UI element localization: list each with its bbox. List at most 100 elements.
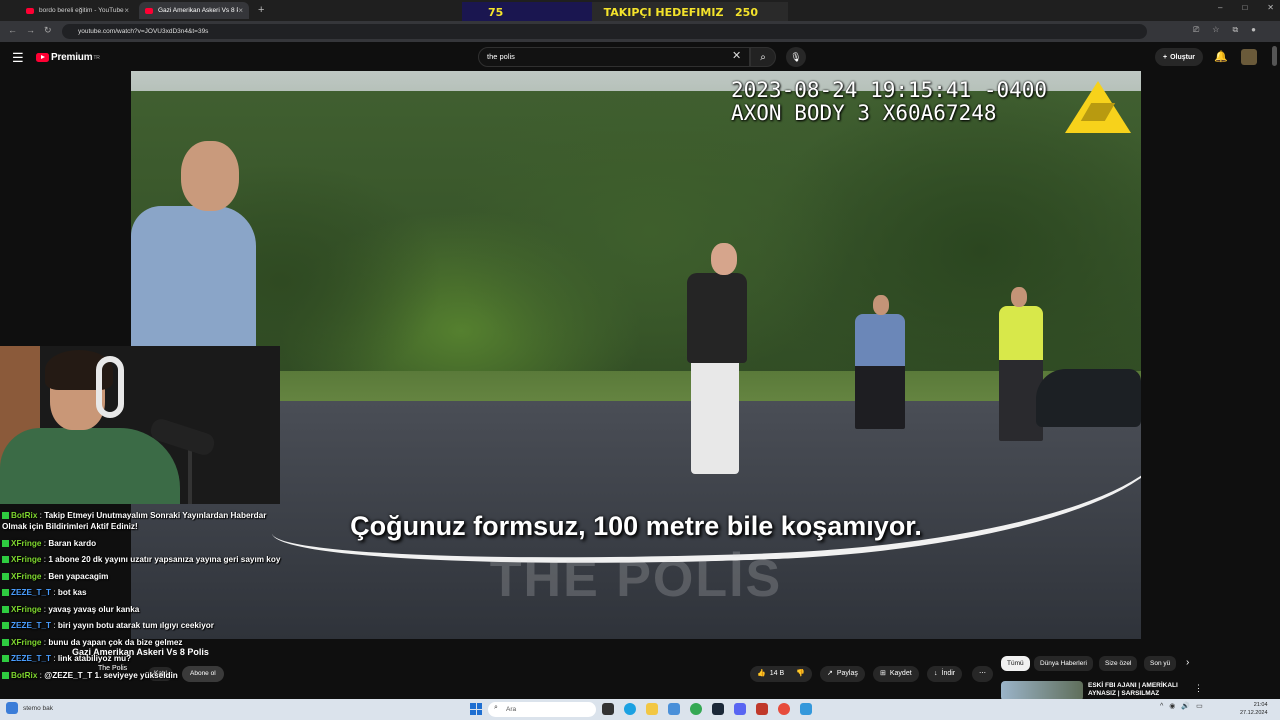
chrome-icon[interactable] [690,703,702,715]
file-explorer-icon[interactable] [646,703,658,715]
taskbar-search[interactable]: Ara [488,702,596,717]
chat-message: XFringe : 1 abone 20 dk yayını uzatır ya… [2,554,287,565]
page-scrollbar[interactable] [1271,45,1278,695]
chip-all[interactable]: Tümü [1001,656,1030,671]
extensions-icon[interactable]: ⧉ [1232,25,1238,35]
app-icon[interactable] [756,703,768,715]
search-button[interactable]: ⌕ [750,47,776,67]
chat-message: ZEZE_T_T : link atabiliyoz mu? [2,653,287,664]
chat-username[interactable]: XFringe [11,572,41,581]
chat-badge-icon [2,556,9,563]
new-tab-button[interactable]: + [258,4,264,16]
figure-pants [691,359,739,474]
chat-username[interactable]: BotRix [11,671,37,680]
save-label: Kaydet [889,670,912,677]
chat-badge-icon [2,605,9,613]
chat-username[interactable]: BotRix [11,511,37,520]
chat-username[interactable]: XFringe [11,555,41,564]
recommendation-thumbnail[interactable] [1001,681,1083,701]
goal-target: 250 [735,2,788,22]
tab-close-icon[interactable]: × [124,6,129,15]
profile-icon[interactable]: ● [1251,25,1256,35]
save-icon: ⊞ [880,670,886,677]
voice-search-button[interactable]: 🎙 [786,47,806,67]
forward-icon[interactable]: → [26,25,35,35]
chat-username[interactable]: XFringe [11,638,41,647]
menu-icon[interactable]: ☰ [12,50,24,66]
chat-message: ZEZE_T_T : biri yayın botu atarak tum ıl… [2,620,287,631]
more-icon: ⋯ [979,670,986,677]
chat-message: XFringe : Baran kardo [2,538,287,549]
youtube-masthead: ☰ Premium TR the polis ✕ ⌕ 🎙 + Oluştur 🔔 [0,42,1280,72]
back-icon[interactable]: ← [8,25,17,35]
officer-body [855,314,905,429]
chat-badge-icon [2,655,9,662]
start-button-icon[interactable] [470,703,482,715]
streamer-jacket [0,428,180,504]
browser-tab[interactable]: bordo bereli eğitim - YouTube × [20,2,135,19]
chip-for-you[interactable]: Size özel [1099,656,1138,671]
timestamp-line: 2023-08-24 19:15:41 -0400 [731,78,1048,102]
close-window-icon[interactable]: ✕ [1267,3,1274,12]
app-icon[interactable] [800,703,812,715]
chat-text: biri yayın botu atarak tum ılgıyı ceekiy… [57,621,214,630]
account-avatar[interactable] [1241,49,1257,65]
notifications-bell-icon[interactable]: 🔔 [1214,50,1228,63]
browser-toolbar-icons: ⎚ ☆ ⧉ ● [1193,25,1256,35]
youtube-premium-logo[interactable]: Premium TR [36,52,100,63]
dislike-icon[interactable]: 👎 [796,666,805,682]
recommendation-title[interactable]: ESKİ FBI AJANI | AMERİKALI AYNASIZ | SAR… [1088,682,1188,698]
logo-text: Premium [51,52,93,63]
task-view-icon[interactable] [602,703,614,715]
more-actions-button[interactable]: ⋯ [972,666,993,682]
crashed-car [1036,369,1141,427]
url-field[interactable]: youtube.com/watch?v=JOVU3xdD3n4&t=39s [62,24,1147,39]
maximize-icon[interactable]: □ [1242,3,1247,12]
edge-icon[interactable] [624,703,636,715]
officer-head [1011,287,1027,307]
battery-icon[interactable]: ▭ [1196,702,1203,710]
window-controls: – □ ✕ [1218,3,1274,12]
cast-icon[interactable]: ⎚ [1193,25,1199,35]
search-input[interactable]: the polis [478,47,750,67]
taskbar-clock[interactable]: 21:04 27.12.2024 [1240,701,1268,717]
recommendation-menu-icon[interactable]: ⋮ [1194,683,1203,694]
chat-message: XFringe : bunu da yapan çok da bize gelm… [2,637,287,648]
browser-tab-active[interactable]: Gazi Amerikan Askeri Vs 8 Polis × [139,2,249,19]
scrollbar-thumb[interactable] [1272,46,1277,66]
chip-world-news[interactable]: Dünya Haberleri [1034,656,1093,671]
steam-icon[interactable] [712,703,724,715]
minimize-icon[interactable]: – [1218,3,1222,12]
chips-next-icon[interactable]: › [1186,657,1189,668]
app-icon[interactable] [778,703,790,715]
reload-icon[interactable]: ↻ [44,25,52,36]
thumbs-up-icon: 👍 [757,670,766,677]
volume-icon[interactable]: 🔊 [1181,702,1190,710]
save-button[interactable]: ⊞ Kaydet [873,666,919,682]
share-button[interactable]: ↗ Paylaş [820,666,865,682]
chat-username[interactable]: ZEZE_T_T [11,621,51,630]
bookmark-star-icon[interactable]: ☆ [1212,25,1219,35]
clear-search-icon[interactable]: ✕ [732,49,741,62]
chat-username[interactable]: ZEZE_T_T [11,588,51,597]
network-icon[interactable]: ◉ [1169,702,1175,710]
create-button[interactable]: + Oluştur [1155,48,1203,66]
discord-icon[interactable] [734,703,746,715]
chip-recent[interactable]: Son yü [1144,656,1177,671]
address-bar-row: ← → ↻ youtube.com/watch?v=JOVU3xdD3n4&t=… [0,21,1280,42]
chat-username[interactable]: XFringe [11,605,41,614]
stream-chat: BotRix : Takip Etmeyi Unutmayalım Sonrak… [2,510,287,686]
chat-message: XFringe : Ben yapacagim [2,571,287,582]
app-icon[interactable] [668,703,680,715]
like-button[interactable]: 👍 14 B 👎 [750,666,812,682]
chat-username[interactable]: XFringe [11,539,41,548]
tray-chevron-icon[interactable]: ^ [1160,703,1163,710]
bodycam-timestamp: 2023-08-24 19:15:41 -0400 AXON BODY 3 X60… [731,79,1047,125]
taskbar-widget[interactable]: stemo bak [6,702,53,714]
chat-text: 1 abone 20 dk yayını uzatır yapsanıza ya… [48,555,281,564]
download-button[interactable]: ↓ İndir [927,666,963,682]
search-icon: ⌕ [760,51,766,63]
widget-text: stemo bak [23,704,53,712]
tab-close-icon[interactable]: × [238,6,243,15]
chat-username[interactable]: ZEZE_T_T [11,654,51,663]
